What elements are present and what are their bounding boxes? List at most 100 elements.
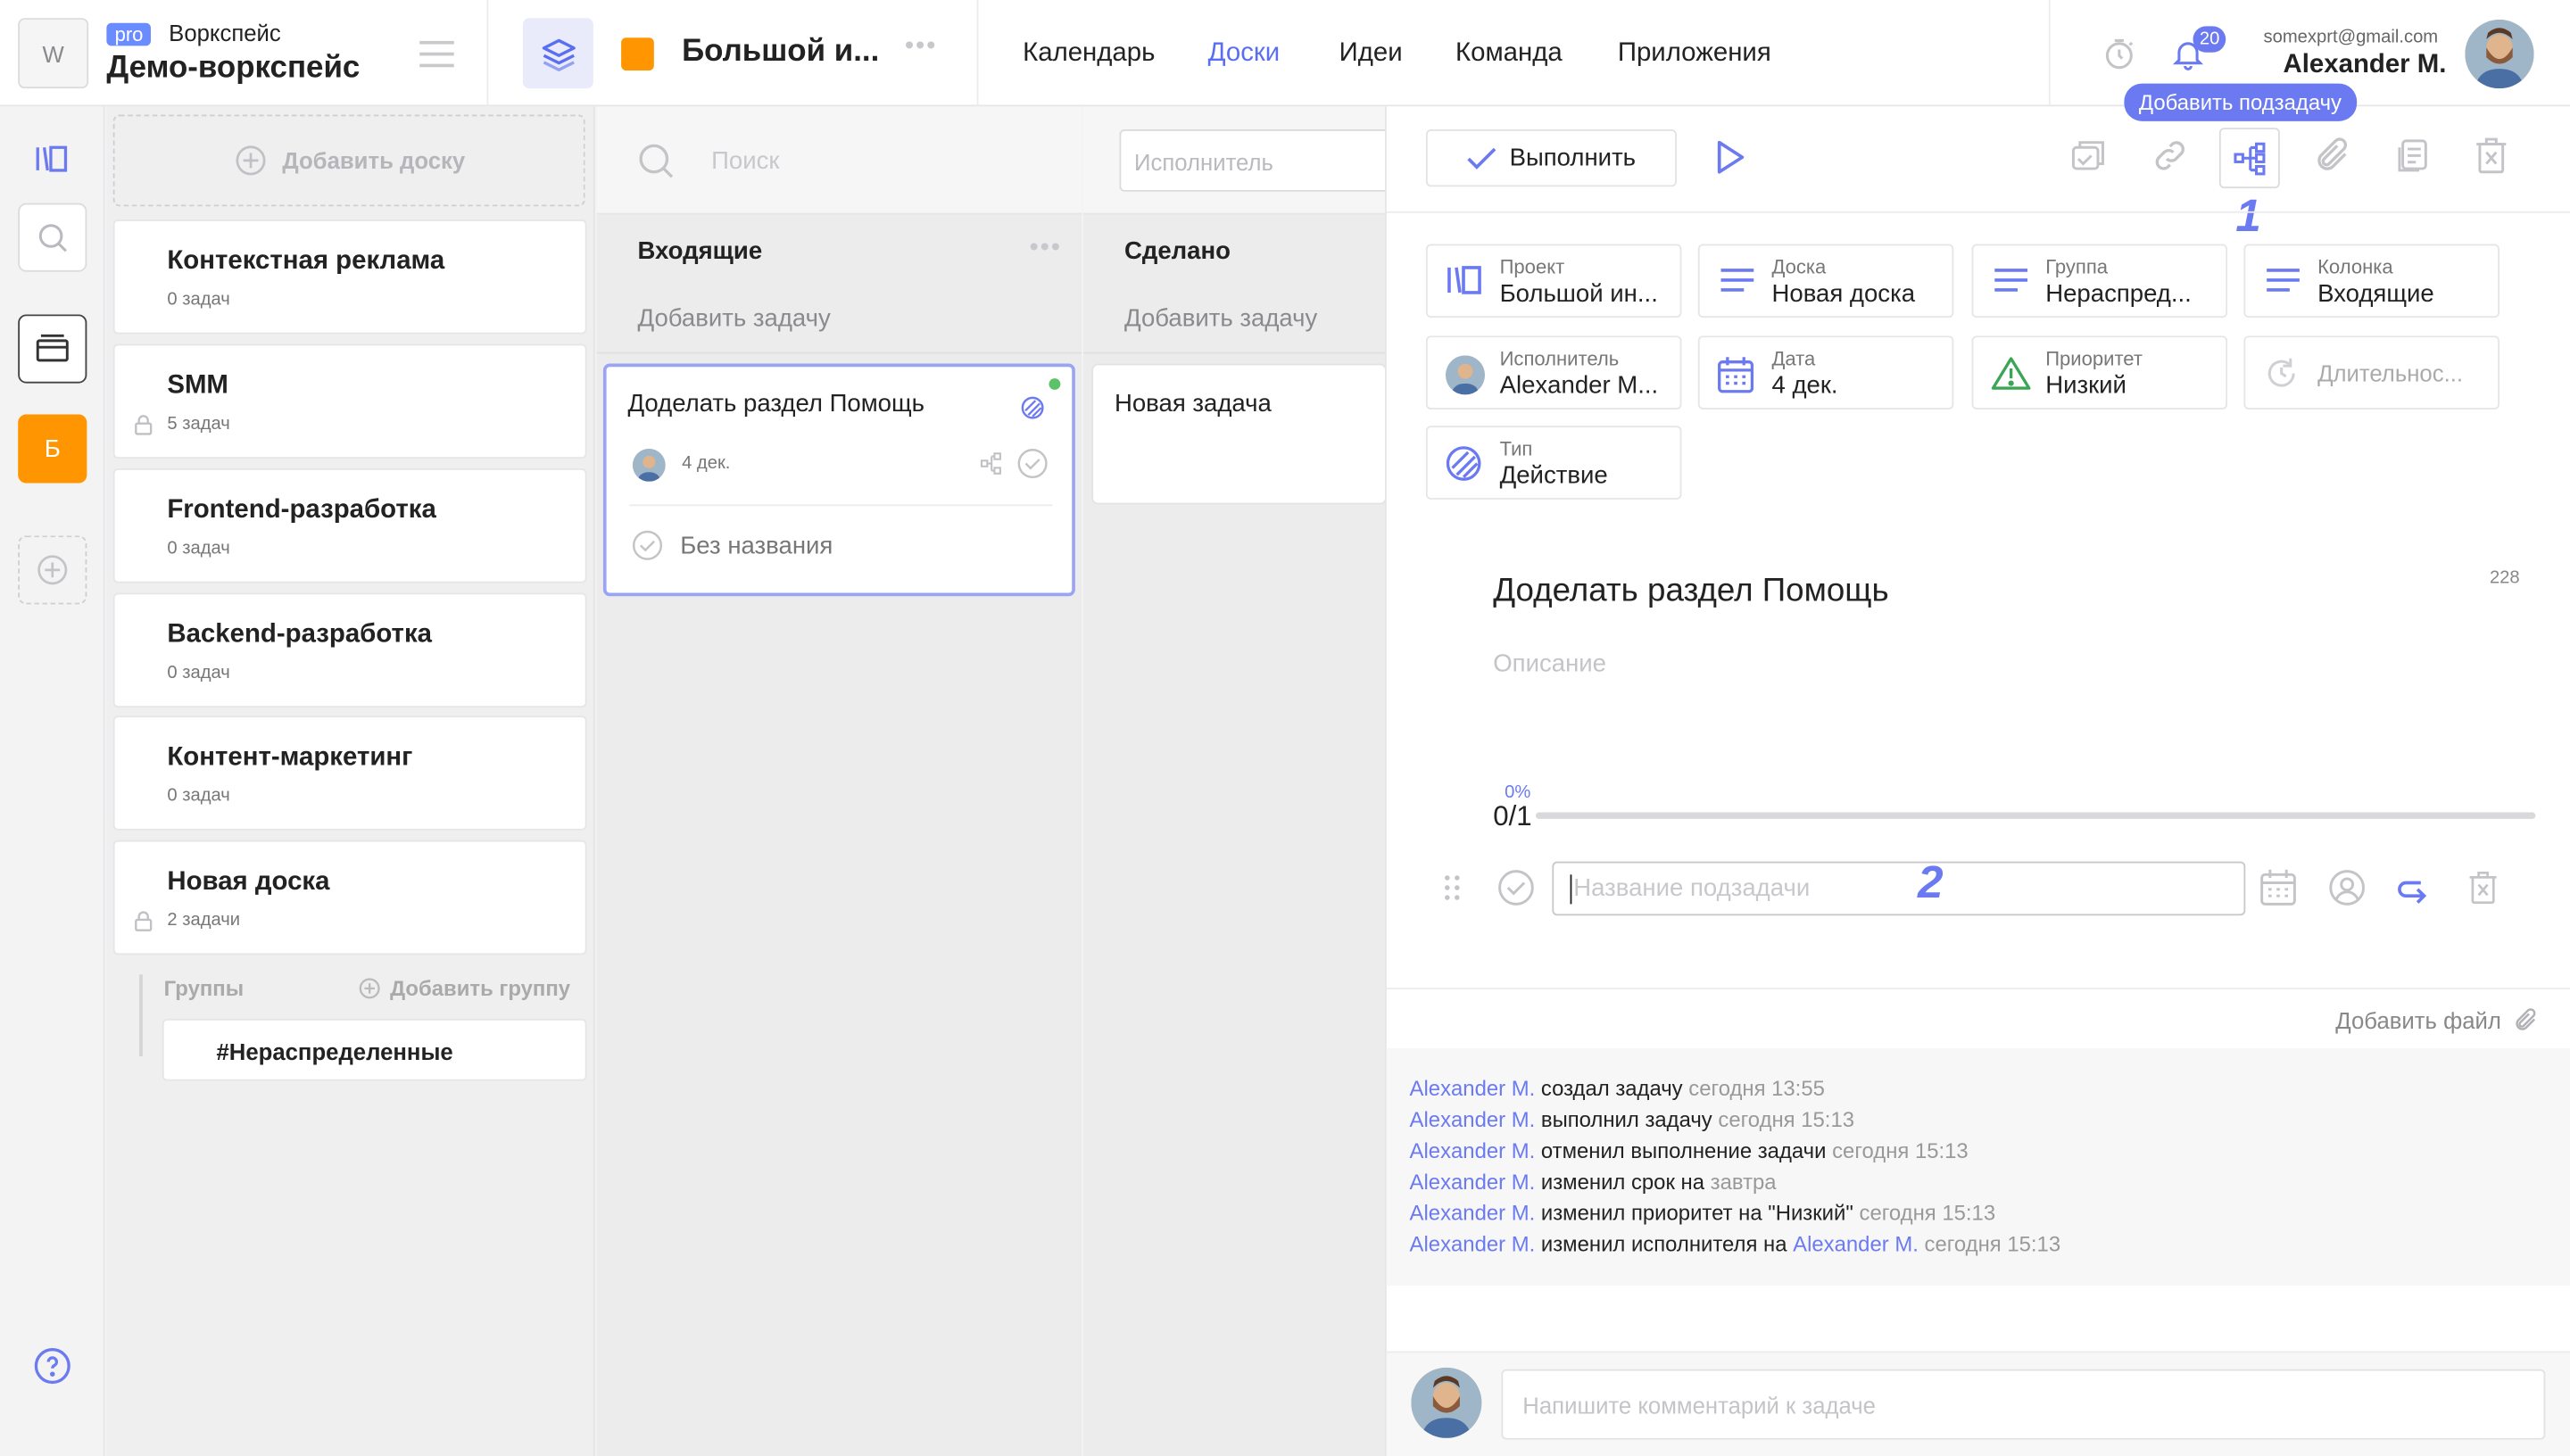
activity-user[interactable]: Alexander M. — [1410, 1232, 1536, 1257]
workspace-logo[interactable]: W — [18, 18, 89, 89]
activity-user[interactable]: Alexander M. — [1410, 1076, 1536, 1101]
group-item[interactable]: #Нераспределенные — [162, 1018, 587, 1081]
board-item[interactable]: Контент-маркетинг 0 задач — [112, 716, 587, 831]
boards-view-icon[interactable] — [18, 314, 87, 384]
property-value: Большой ин... — [1499, 279, 1658, 309]
nav-team[interactable]: Команда — [1455, 39, 1563, 69]
complete-task-label: Выполнить — [1509, 144, 1637, 172]
column-more-icon[interactable]: ••• — [1029, 235, 1061, 264]
property-duration[interactable]: Длительнос... — [2243, 335, 2500, 410]
subtask-date-icon[interactable] — [2260, 868, 2296, 915]
property-value: Входящие — [2317, 279, 2434, 309]
property-column[interactable]: Колонка Входящие — [2243, 244, 2500, 318]
left-rail: Б — [0, 106, 105, 1456]
subtask-assignee-icon[interactable] — [2327, 868, 2367, 915]
attachment-icon[interactable] — [2313, 136, 2352, 183]
delete-icon[interactable] — [2474, 136, 2509, 183]
copy-to-icon[interactable] — [2068, 136, 2108, 183]
subtask-title[interactable]: Без названия — [680, 533, 833, 560]
board-name: Контент-маркетинг — [167, 743, 413, 772]
board-item[interactable]: Новая доска 2 задачи — [112, 840, 587, 956]
play-icon[interactable] — [1714, 139, 1747, 184]
property-group[interactable]: Группа Нераспред... — [1971, 244, 2228, 318]
subtask-check-icon[interactable] — [1496, 868, 1536, 915]
property-label: Тип — [1499, 437, 1533, 460]
add-task-done[interactable]: Добавить задачу — [1124, 304, 1317, 332]
add-subtask-button[interactable] — [2218, 128, 2280, 189]
type-icon — [1446, 445, 1481, 490]
activity-user[interactable]: Alexander M. — [1410, 1107, 1536, 1132]
activity-time: сегодня 13:55 — [1688, 1076, 1825, 1101]
activity-entry: Alexander M. изменил приоритет на "Низки… — [1410, 1201, 1996, 1226]
activity-user[interactable]: Alexander M. — [1410, 1170, 1536, 1195]
convert-icon[interactable] — [2394, 872, 2433, 916]
property-board[interactable]: Доска Новая доска — [1697, 244, 1954, 318]
subtask-check-icon[interactable] — [631, 529, 664, 570]
lock-icon — [135, 911, 153, 940]
assignee-filter-input[interactable]: Исполнитель — [1119, 129, 1398, 192]
property-label: Доска — [1771, 255, 1827, 279]
drag-handle-icon[interactable] — [1444, 874, 1460, 909]
groups-label: Группы — [163, 976, 245, 1001]
board-item[interactable]: Backend-разработка 0 задач — [112, 592, 587, 708]
activity-target-user[interactable]: Alexander M. — [1793, 1232, 1919, 1257]
property-priority[interactable]: Приоритет Низкий — [1971, 335, 2228, 410]
add-project-icon[interactable] — [18, 535, 87, 605]
duplicate-icon[interactable] — [2393, 136, 2433, 183]
board-item[interactable]: Frontend-разработка 0 задач — [112, 468, 587, 583]
user-avatar[interactable] — [2465, 20, 2534, 89]
column-title-done[interactable]: Сделано — [1124, 237, 1231, 265]
nav-apps[interactable]: Приложения — [1618, 39, 1771, 69]
subtask-delete-icon[interactable] — [2466, 868, 2500, 915]
subtask-name-input[interactable]: Название подзадачи — [1552, 861, 2246, 916]
task-id: 228 — [2489, 568, 2520, 589]
search-icon[interactable] — [18, 203, 87, 272]
activity-entry: Alexander M. выполнил задачу сегодня 15:… — [1410, 1107, 1854, 1132]
project-more-icon[interactable]: ••• — [905, 33, 937, 62]
description-input[interactable]: Описание — [1493, 650, 1606, 678]
search-icon[interactable] — [636, 141, 676, 188]
property-calendar[interactable]: Дата 4 дек. — [1697, 335, 1954, 410]
activity-user[interactable]: Alexander M. — [1410, 1201, 1536, 1226]
board-item[interactable]: SMM 5 задач — [112, 343, 587, 459]
add-task-inbox[interactable]: Добавить задачу — [637, 304, 830, 332]
projects-icon[interactable] — [18, 125, 87, 194]
help-icon[interactable] — [33, 1346, 72, 1394]
nav-calendar[interactable]: Календарь — [1023, 39, 1155, 69]
search-input[interactable]: Поиск — [711, 147, 779, 175]
board-name: Контекстная реклама — [167, 247, 445, 276]
property-avatar[interactable]: Исполнитель Alexander M... — [1425, 335, 1682, 410]
column-title-inbox[interactable]: Входящие — [637, 237, 762, 265]
nav-ideas[interactable]: Идеи — [1339, 39, 1403, 69]
link-icon[interactable] — [2151, 136, 2190, 183]
board-shortcut[interactable]: Б — [18, 414, 87, 484]
activity-user[interactable]: Alexander M. — [1410, 1138, 1536, 1163]
add-group-button[interactable]: Добавить группу — [357, 976, 570, 1001]
workspace-label: Воркспейс — [169, 20, 281, 46]
commenter-avatar — [1411, 1367, 1482, 1438]
progress-count: 0/1 — [1493, 800, 1532, 832]
timer-icon[interactable] — [2102, 36, 2137, 80]
project-title[interactable]: Большой и... — [682, 35, 879, 70]
board-task-count: 0 задач — [167, 663, 230, 683]
property-project[interactable]: Проект Большой ин... — [1425, 244, 1682, 318]
board-name: Новая доска — [167, 867, 330, 897]
workspace-name[interactable]: Демо-воркспейс — [106, 51, 360, 87]
layers-icon[interactable] — [522, 18, 593, 89]
add-file-button[interactable]: Добавить файл — [2335, 1007, 2539, 1033]
board-item[interactable]: Контекстная реклама 0 задач — [112, 219, 587, 335]
property-type[interactable]: Тип Действие — [1425, 426, 1682, 500]
board-name: SMM — [167, 371, 228, 400]
menu-icon[interactable] — [419, 40, 454, 76]
task-card-selected[interactable]: Доделать раздел Помощь 4 дек. Без назван… — [602, 363, 1075, 597]
task-title[interactable]: Доделать раздел Помощь — [1493, 574, 1888, 611]
activity-time: сегодня 15:13 — [1924, 1231, 2061, 1257]
user-name[interactable]: Alexander M. — [2284, 51, 2447, 80]
complete-check-icon[interactable] — [1016, 447, 1049, 488]
board-name: Backend-разработка — [167, 620, 432, 649]
task-card[interactable]: Новая задача — [1091, 363, 1387, 505]
comment-input[interactable]: Напишите комментарий к задаче — [1501, 1369, 2546, 1440]
nav-boards[interactable]: Доски — [1208, 39, 1281, 69]
add-board-button[interactable]: Добавить доску — [112, 114, 585, 207]
complete-task-button[interactable]: Выполнить — [1425, 129, 1677, 187]
